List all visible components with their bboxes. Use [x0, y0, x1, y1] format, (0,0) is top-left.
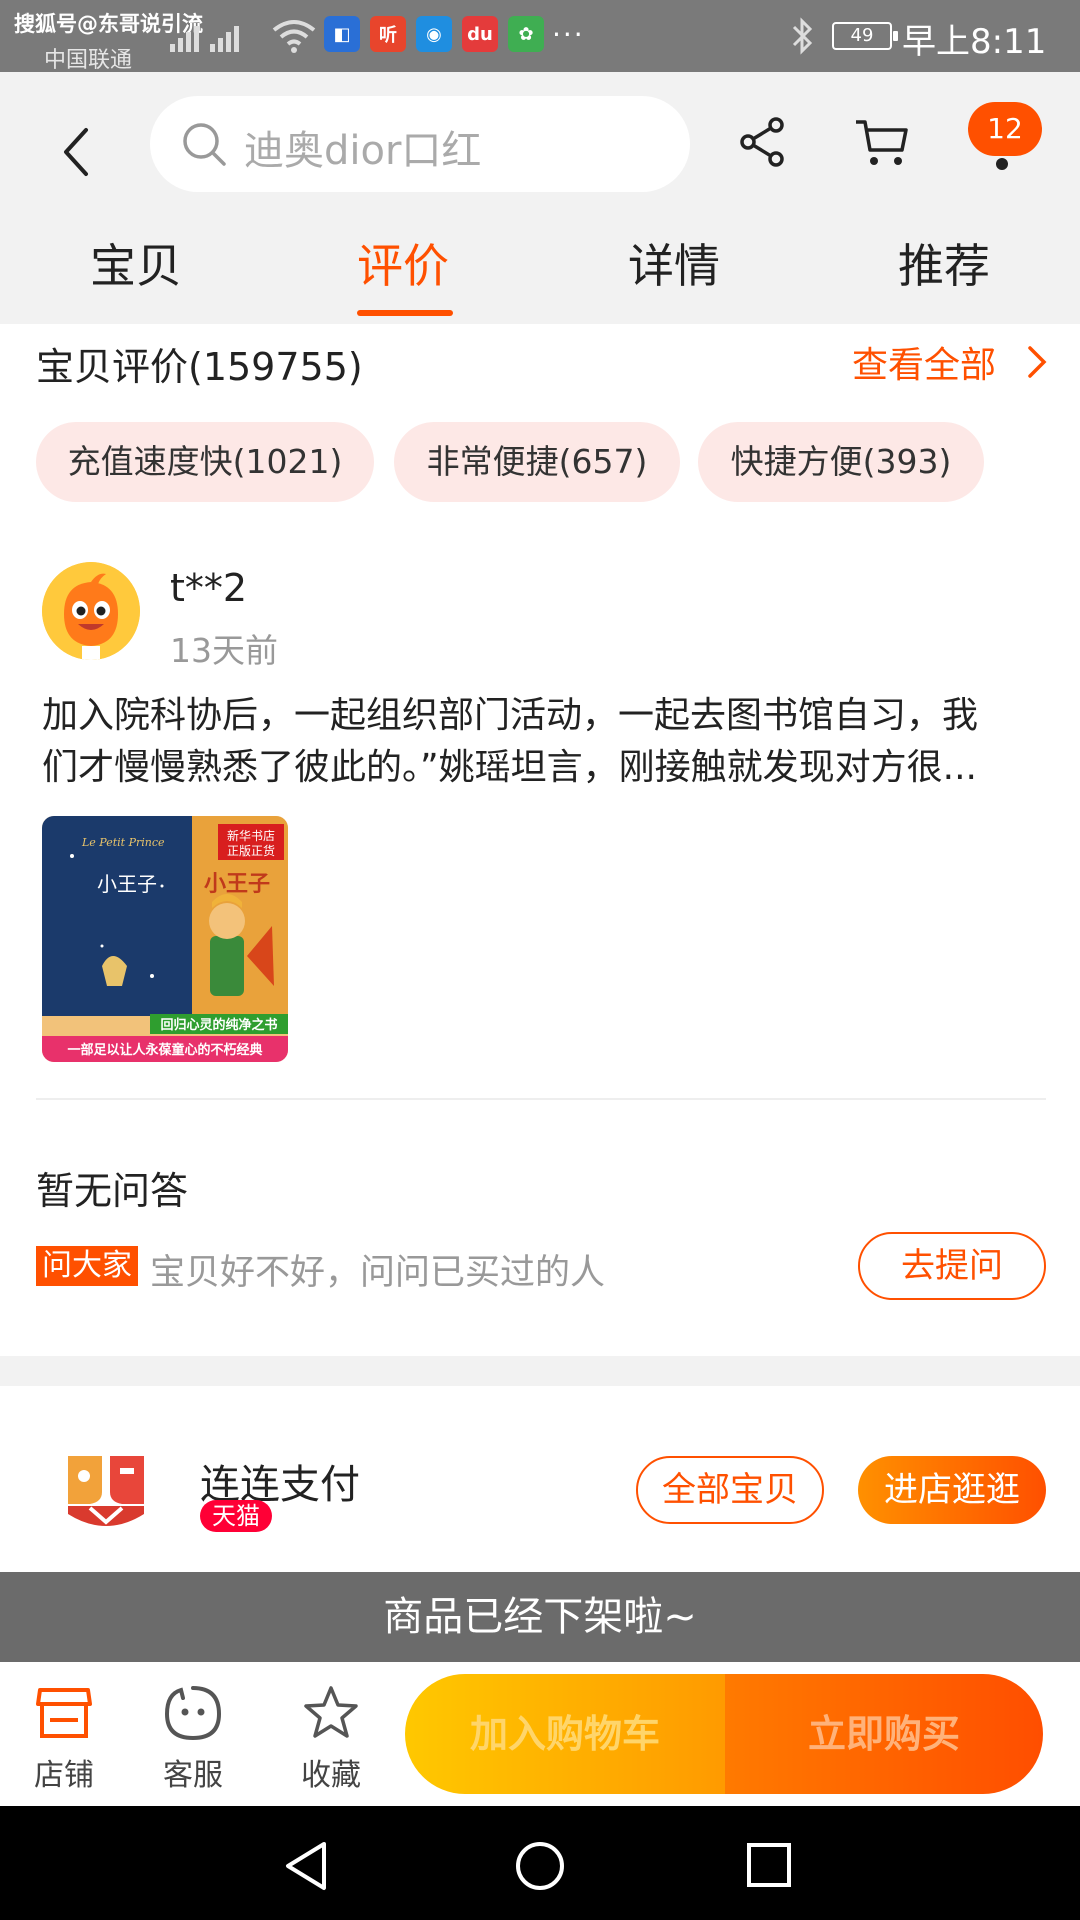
review-text-line: 加入院科协后，一起组织部门活动，一起去图书馆自习，我	[42, 695, 979, 736]
wifi-icon	[272, 20, 316, 53]
qa-hint: 宝贝好不好，问问已买过的人	[150, 1253, 606, 1293]
book-badge-line: 正版正货	[227, 843, 275, 858]
share-icon[interactable]	[738, 116, 786, 168]
store-icon	[36, 1688, 92, 1738]
app-browser-icon: ◉	[416, 16, 452, 52]
system-nav-bar	[0, 1806, 1080, 1920]
status-bar: 搜狐号@东哥说引流 中国联通 ◧ 听 ◉ du ✿ ··· 49 早上8:11	[0, 0, 1080, 73]
reviews-title: 宝贝评价(159755)	[36, 345, 363, 389]
ask-question-button[interactable]: 去提问	[858, 1232, 1046, 1300]
tab-recommend[interactable]: 推荐	[898, 230, 990, 296]
tab-baby[interactable]: 宝贝	[90, 230, 182, 296]
clock-time: 早上8:11	[902, 22, 1047, 62]
shop-logo[interactable]	[60, 1446, 152, 1538]
review-text-line: 们才慢慢熟悉了彼此的。”姚瑶坦言，刚接触就发现对方很...	[42, 747, 977, 788]
carrier-label: 中国联通	[44, 48, 133, 73]
review-tag[interactable]: 充值速度快(1021)	[36, 422, 374, 502]
search-input[interactable]: 迪奥dior口红	[150, 96, 690, 192]
customer-service-label: 客服	[163, 1758, 223, 1793]
add-to-cart-button[interactable]: 加入购物车	[405, 1674, 725, 1794]
app-gallery-icon: ✿	[508, 16, 544, 52]
book-banner: 回归心灵的纯净之书	[160, 1017, 277, 1033]
book-title: 小王子	[97, 872, 157, 896]
bottom-action-bar: 店铺 客服 收藏 加入购物车 立即购买	[0, 1662, 1080, 1806]
chat-face-icon	[164, 1686, 222, 1741]
ask-everyone-badge: 问大家	[36, 1246, 138, 1286]
book-banner: 一部足以让人永葆童心的不朽经典	[67, 1042, 262, 1058]
avatar[interactable]	[42, 562, 140, 660]
more-notifications-icon: ···	[552, 18, 585, 51]
review-tag[interactable]: 非常便捷(657)	[394, 422, 680, 502]
all-items-button[interactable]: 全部宝贝	[636, 1456, 824, 1524]
top-header: 迪奥dior口红 12 宝贝 评价 详情 推荐	[0, 72, 1080, 324]
store-label: 店铺	[34, 1758, 94, 1793]
signal-icon	[170, 26, 239, 52]
app-listen-icon: 听	[370, 16, 406, 52]
chevron-right-icon[interactable]	[1026, 344, 1048, 380]
section-tabs: 宝贝 评价 详情 推荐	[0, 230, 1080, 324]
avatar-mascot-icon	[42, 562, 140, 660]
book-subtitle-en: Le Petit Prince	[81, 836, 165, 849]
qa-title: 暂无问答	[36, 1169, 189, 1213]
tab-reviews[interactable]: 评价	[357, 230, 449, 296]
off-shelf-notice: 商品已经下架啦~	[0, 1572, 1080, 1662]
battery-icon: 49	[832, 22, 898, 50]
store-button[interactable]: 店铺	[14, 1684, 114, 1794]
book-badge-line: 新华书店	[227, 828, 275, 843]
section-divider	[36, 1098, 1046, 1100]
cart-icon[interactable]	[854, 116, 910, 168]
purchase-buttons: 加入购物车 立即购买	[405, 1674, 1043, 1794]
favorite-label: 收藏	[301, 1758, 361, 1793]
app-map-icon: du	[462, 16, 498, 52]
search-icon	[183, 123, 226, 166]
star-icon	[304, 1686, 358, 1738]
reviewer-name: t**2	[170, 566, 248, 610]
review-image[interactable]: 新华书店 正版正货 Le Petit Prince 小王子 小王子 回归心灵的纯…	[42, 816, 288, 1062]
bluetooth-icon	[792, 17, 813, 55]
active-tab-underline	[357, 310, 453, 316]
customer-service-button[interactable]: 客服	[143, 1684, 243, 1794]
enter-shop-button[interactable]: 进店逛逛	[858, 1456, 1046, 1524]
tmall-badge: 天猫	[200, 1500, 272, 1532]
nav-recent-apps-icon[interactable]	[746, 1842, 792, 1888]
book-cover-image: 新华书店 正版正货 Le Petit Prince 小王子 小王子 回归心灵的纯…	[42, 816, 288, 1062]
view-all-link[interactable]: 查看全部	[852, 336, 996, 388]
notification-app-icons: ◧ 听 ◉ du ✿	[324, 16, 544, 52]
buy-now-button[interactable]: 立即购买	[725, 1674, 1043, 1794]
message-count-badge[interactable]: 12	[968, 102, 1042, 156]
review-date: 13天前	[170, 631, 278, 670]
book-title-right: 小王子	[204, 872, 270, 897]
back-arrow-icon[interactable]	[56, 122, 96, 182]
nav-home-icon[interactable]	[514, 1840, 566, 1892]
search-placeholder: 迪奥dior口红	[244, 128, 482, 174]
section-gap	[0, 1356, 1080, 1386]
favorite-button[interactable]: 收藏	[281, 1684, 381, 1794]
app-root: 搜狐号@东哥说引流 中国联通 ◧听◉du✿ ··· 49 早上8:11	[0, 0, 1080, 1920]
tab-details[interactable]: 详情	[628, 230, 720, 296]
review-text[interactable]: 加入院科协后，一起组织部门活动，一起去图书馆自习，我 们才慢慢熟悉了彼此的。”姚…	[42, 690, 1042, 794]
app-blue-icon: ◧	[324, 16, 360, 52]
nav-back-icon[interactable]	[282, 1840, 330, 1892]
review-tag[interactable]: 快捷方便(393)	[698, 422, 984, 502]
more-menu-dot[interactable]	[996, 158, 1008, 170]
